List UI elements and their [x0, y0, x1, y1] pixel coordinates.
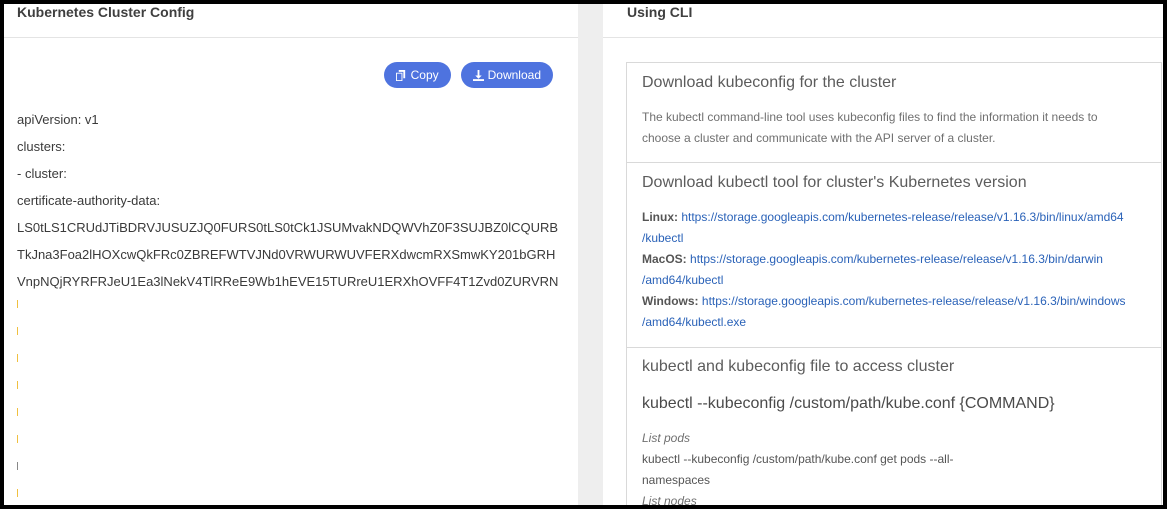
truncated-line-mark [17, 327, 18, 335]
macos-label: MacOS: [642, 252, 687, 266]
list-pods-command: namespaces [642, 473, 711, 487]
access-section-title: kubectl and kubeconfig file to access cl… [642, 358, 955, 375]
using-cli-panel: Using CLI Download kubeconfig for the cl… [603, 4, 1163, 505]
truncated-line-mark [17, 300, 18, 308]
access-section: kubectl and kubeconfig file to access cl… [627, 348, 1161, 505]
truncated-line-mark [17, 489, 18, 497]
kubeconfig-section-title: Download kubeconfig for the cluster [642, 74, 897, 91]
linux-label: Linux: [642, 210, 678, 224]
linux-download-link[interactable]: https://storage.googleapis.com/kubernete… [681, 210, 1123, 224]
app-frame: Kubernetes Cluster Config Copy Download … [4, 4, 1163, 505]
cluster-config-title: Kubernetes Cluster Config [4, 4, 578, 38]
using-cli-title: Using CLI [603, 4, 1163, 38]
download-button-label: Download [487, 68, 541, 82]
yaml-line: TkJna3Foa2lHOXcwQkFRc0ZBREFWTVJNd0VRWURW… [17, 247, 556, 262]
access-command: kubectl --kubeconfig /custom/path/kube.c… [642, 395, 1055, 412]
yaml-line: clusters: [17, 139, 66, 154]
copy-icon [395, 69, 405, 81]
download-button[interactable]: Download [460, 62, 553, 88]
macos-download: MacOS: https://storage.googleapis.com/ku… [642, 249, 1146, 270]
yaml-line: VnpNQjRYRFRJeU1Ea3lNekV4TlRReE9Wb1hEVE15… [17, 274, 559, 289]
copy-button-label: Copy [410, 68, 439, 82]
list-pods-label: List pods [642, 431, 691, 445]
linux-download: Linux: https://storage.googleapis.com/ku… [642, 207, 1146, 228]
kubectl-section-title: Download kubectl tool for cluster's Kube… [642, 174, 1027, 191]
linux-download-link-cont[interactable]: /kubectl [642, 228, 1146, 249]
truncated-line-mark [17, 435, 18, 443]
config-actions: Copy Download [383, 62, 553, 88]
list-pods-command: kubectl --kubeconfig /custom/path/kube.c… [642, 452, 954, 466]
cli-instructions-card: Download kubeconfig for the cluster The … [626, 62, 1162, 505]
yaml-line: LS0tLS1CRUdJTiBDRVJUSUZJQ0FURS0tLS0tCk1J… [17, 220, 559, 235]
copy-button[interactable]: Copy [383, 62, 451, 88]
windows-label: Windows: [642, 294, 699, 308]
examples: List pods kubectl --kubeconfig /custom/p… [642, 428, 1146, 505]
windows-download-link-cont[interactable]: /amd64/kubectl.exe [642, 312, 1146, 333]
kubeconfig-section: Download kubeconfig for the cluster The … [627, 63, 1161, 163]
kubectl-downloads: Linux: https://storage.googleapis.com/ku… [642, 207, 1146, 333]
cluster-config-panel: Kubernetes Cluster Config Copy Download … [4, 4, 578, 505]
yaml-line: - cluster: [17, 166, 67, 181]
list-nodes-label: List nodes [642, 494, 697, 505]
yaml-line: apiVersion: v1 [17, 112, 99, 127]
yaml-line: certificate-authority-data: [17, 193, 161, 208]
kubeconfig-description: The kubectl command-line tool uses kubec… [642, 110, 1098, 124]
truncated-line-mark [17, 381, 18, 389]
kubeconfig-description: choose a cluster and communicate with th… [642, 131, 996, 145]
macos-download-link[interactable]: https://storage.googleapis.com/kubernete… [690, 252, 1103, 266]
truncated-line-mark [17, 354, 18, 362]
truncated-line-mark [17, 408, 18, 416]
kubectl-section: Download kubectl tool for cluster's Kube… [627, 163, 1161, 348]
windows-download: Windows: https://storage.googleapis.com/… [642, 291, 1146, 312]
kubeconfig-yaml: apiVersion: v1 clusters: - cluster: cert… [17, 106, 558, 295]
macos-download-link-cont[interactable]: /amd64/kubectl [642, 270, 1146, 291]
truncated-line-mark [17, 462, 18, 470]
download-icon [472, 69, 484, 81]
windows-download-link[interactable]: https://storage.googleapis.com/kubernete… [702, 294, 1126, 308]
